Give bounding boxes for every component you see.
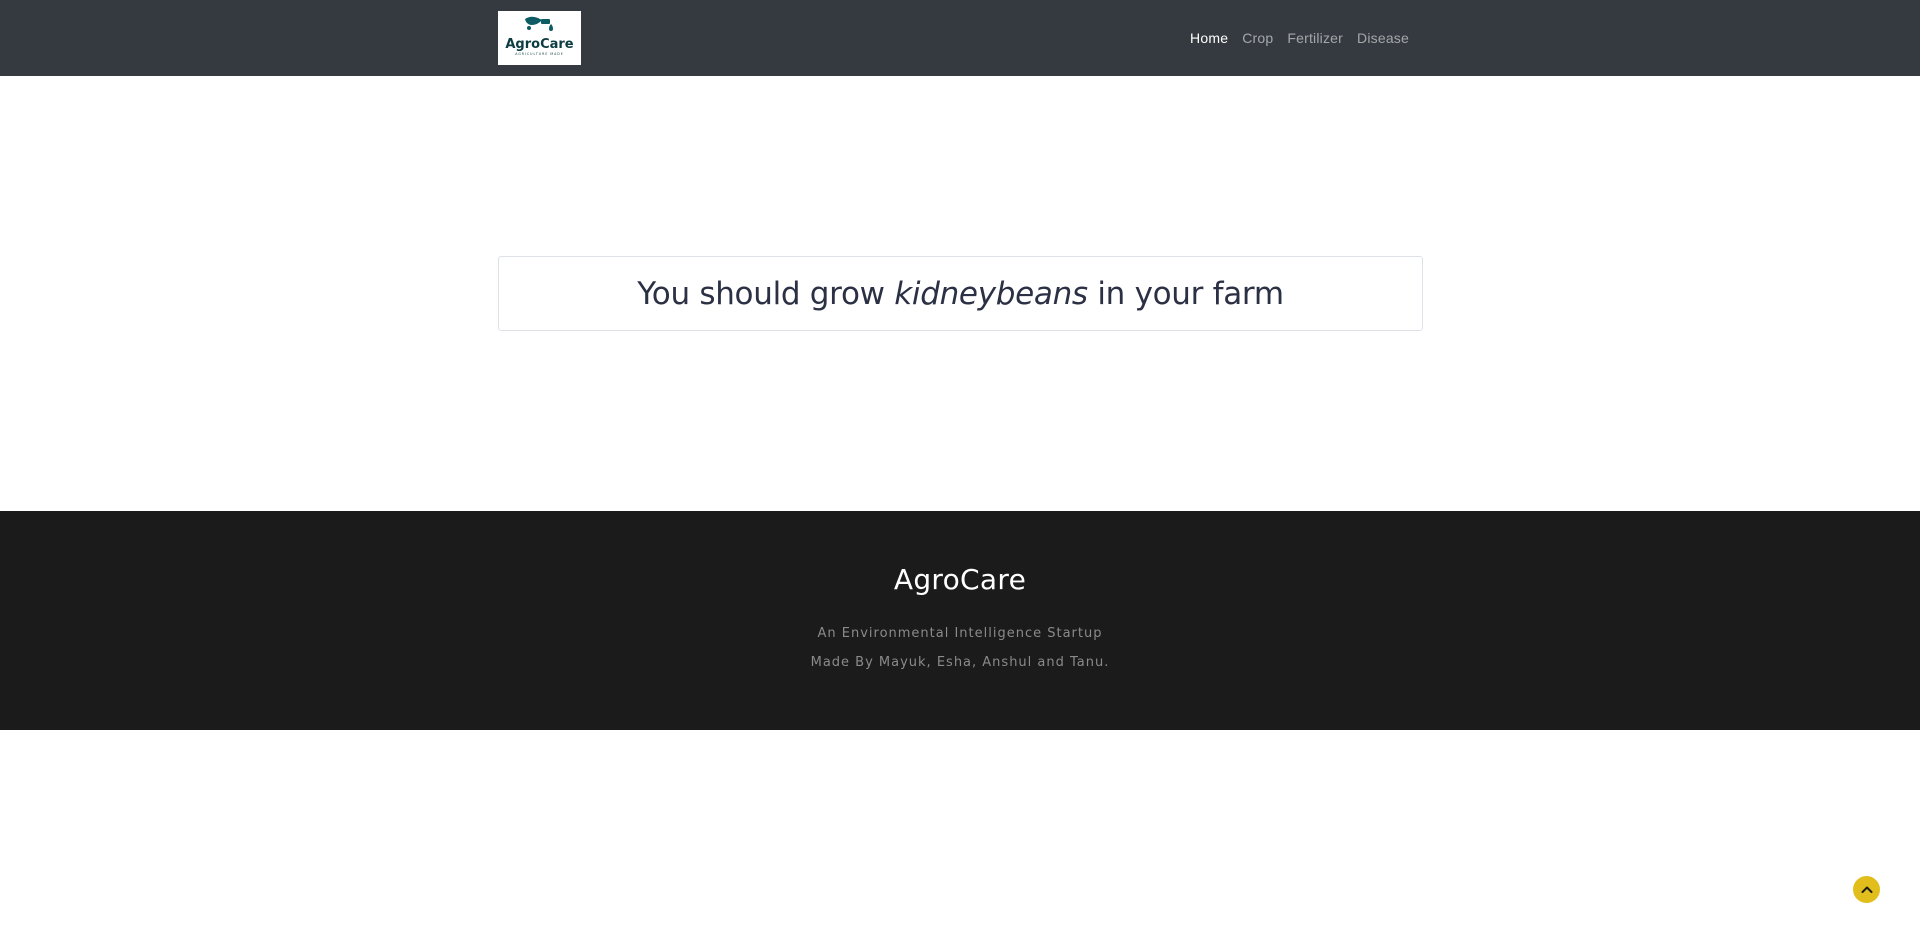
main-nav: Home Crop Fertilizer Disease <box>1183 0 1416 76</box>
agrocare-logo-icon: AgroCare AGRICULTURE MADE <box>505 16 574 56</box>
nav-link-crop[interactable]: Crop <box>1235 30 1280 46</box>
svg-text:AgroCare: AgroCare <box>505 37 573 52</box>
nav-link-fertilizer[interactable]: Fertilizer <box>1280 30 1350 46</box>
brand-logo[interactable]: AgroCare AGRICULTURE MADE <box>498 11 581 65</box>
result-card: You should grow kidneybeans in your farm <box>498 256 1423 331</box>
nav-link-home[interactable]: Home <box>1183 30 1235 46</box>
navbar: AgroCare AGRICULTURE MADE Home Crop Fert… <box>0 0 1920 76</box>
footer-title: AgroCare <box>893 563 1027 596</box>
footer-credits: Made By Mayuk, Esha, Anshul and Tanu. <box>810 655 1110 670</box>
footer-tagline: An Environmental Intelligence Startup <box>817 626 1103 641</box>
footer: AgroCare An Environmental Intelligence S… <box>0 511 1920 730</box>
result-message: You should grow kidneybeans in your farm <box>637 275 1284 312</box>
chevron-up-icon <box>1861 886 1872 893</box>
back-to-top-button[interactable] <box>1853 876 1880 903</box>
result-suffix: in your farm <box>1087 275 1284 312</box>
svg-text:AGRICULTURE MADE: AGRICULTURE MADE <box>515 52 564 56</box>
result-prefix: You should grow <box>637 275 895 312</box>
recommended-crop: kidneybeans <box>894 275 1088 312</box>
nav-link-disease[interactable]: Disease <box>1350 30 1416 46</box>
